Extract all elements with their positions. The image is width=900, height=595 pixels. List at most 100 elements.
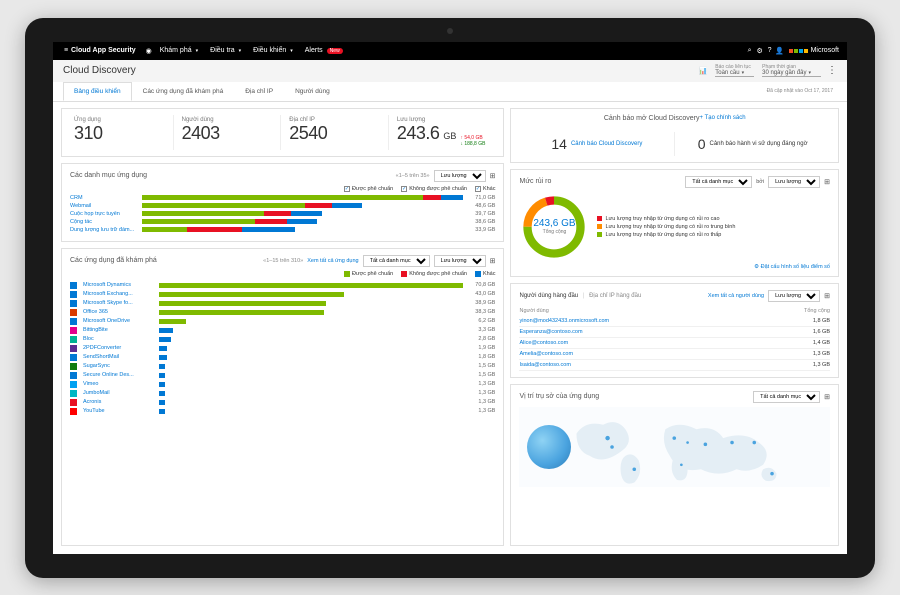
- search-icon[interactable]: ⌕: [745, 46, 755, 56]
- apps-pager[interactable]: «1–15 trên 310»: [263, 258, 303, 264]
- alert-discovery[interactable]: 14 Cảnh báo Cloud Discovery: [519, 132, 675, 156]
- alert-link-2: Cảnh báo hành vi sử dụng đáng ngờ: [710, 141, 808, 147]
- app-icon: [70, 300, 77, 307]
- updated-note: Đã cập nhật vào Oct 17, 2017: [763, 84, 837, 98]
- category-name[interactable]: Cộng tác: [70, 219, 138, 225]
- app-icon: [70, 372, 77, 379]
- risk-settings-icon[interactable]: ⊞: [824, 178, 830, 186]
- app-name[interactable]: Bloc: [83, 336, 155, 342]
- category-name[interactable]: Dung lượng lưu trữ đám...: [70, 227, 138, 233]
- bar-segment: [159, 346, 167, 351]
- categories-pager[interactable]: «1–5 trên 35»: [396, 173, 430, 179]
- app-name[interactable]: SugarSync: [83, 363, 155, 369]
- user-row: Isaida@contoso.com1,3 GB: [519, 360, 830, 371]
- apps-by-select[interactable]: Lưu lượng: [434, 255, 486, 267]
- user-link[interactable]: Amelia@contoso.com: [519, 351, 573, 357]
- legend-approved: Được phê chuẩn: [352, 186, 393, 192]
- app-name[interactable]: Microsoft Skype fo...: [83, 300, 155, 306]
- map-title: Vị trí trụ sở của ứng dụng: [519, 393, 599, 400]
- stat-apps: Ứng dụng 310: [70, 115, 174, 150]
- app-name[interactable]: Microsoft OneDrive: [83, 318, 155, 324]
- stat-traffic: Lưu lượng 243.6 GB ↑ 54,0 GB ↓ 188,8 GB: [393, 115, 496, 150]
- risk-filter-select[interactable]: Tất cả danh mục: [685, 176, 752, 188]
- bar-segment: [159, 400, 165, 405]
- user-link[interactable]: Esperanza@contoso.com: [519, 329, 582, 335]
- target-icon[interactable]: ◉: [144, 46, 154, 56]
- bar-track: [142, 219, 463, 224]
- nav-discover[interactable]: Khám phá: [160, 47, 198, 54]
- apps-filter-select[interactable]: Tất cả danh mục: [363, 255, 430, 267]
- app-name[interactable]: Vimeo: [83, 381, 155, 387]
- app-name[interactable]: SendShortMail: [83, 354, 155, 360]
- app-name[interactable]: Secure Online Des...: [83, 372, 155, 378]
- app-name[interactable]: Acronis: [83, 399, 155, 405]
- risk-config-link[interactable]: ⚙ Đặt cấu hình số liệu điểm số: [754, 264, 830, 270]
- apps-title: Các ứng dụng đã khám phá: [70, 257, 157, 264]
- map-settings-icon[interactable]: ⊞: [824, 393, 830, 401]
- bar-segment: [255, 219, 287, 224]
- alert-behavior[interactable]: 0 Cảnh báo hành vi sử dụng đáng ngờ: [675, 132, 830, 156]
- categories-by-select[interactable]: Lưu lượng: [434, 170, 486, 182]
- range-selector[interactable]: Phạm thời gian 30 ngày gần đây: [762, 64, 821, 77]
- app-row: Microsoft OneDrive6,2 GB: [70, 318, 495, 325]
- user-link[interactable]: yinon@mod432433.onmicrosoft.com: [519, 318, 609, 324]
- app-name[interactable]: YouTube: [83, 408, 155, 414]
- cb-approved[interactable]: ✓: [344, 186, 350, 192]
- bar-track: [142, 211, 463, 216]
- app-name[interactable]: Microsoft Exchang...: [83, 291, 155, 297]
- bar-track: [159, 310, 463, 315]
- create-policy-link[interactable]: + Tạo chính sách: [700, 115, 746, 122]
- user-link[interactable]: Alice@contoso.com: [519, 340, 568, 346]
- legend-unapproved: Không được phê chuẩn: [409, 186, 467, 192]
- bar-segment: [423, 195, 441, 200]
- app-name[interactable]: BittingBite: [83, 327, 155, 333]
- user-link[interactable]: Isaida@contoso.com: [519, 362, 570, 368]
- nav-control[interactable]: Điều khiển: [253, 47, 293, 54]
- app-name[interactable]: Microsoft Dynamics: [83, 282, 155, 288]
- apps-settings-icon[interactable]: ⊞: [490, 257, 496, 265]
- bar-segment: [142, 211, 264, 216]
- bar-track: [159, 319, 463, 324]
- topusers-settings-icon[interactable]: ⊞: [824, 292, 830, 300]
- apps-viewall-link[interactable]: Xem tất cả ứng dụng: [307, 258, 358, 264]
- topusers-col2: Tổng cộng: [804, 308, 830, 314]
- nav-alerts[interactable]: Alerts New: [305, 47, 343, 54]
- topusers-viewall-link[interactable]: Xem tất cả người dùng: [708, 293, 764, 299]
- app-name[interactable]: Office 365: [83, 309, 155, 315]
- category-name[interactable]: Cuộc họp trực tuyến: [70, 211, 138, 217]
- world-map[interactable]: [519, 407, 830, 487]
- risk-center-val: 243,6 GB: [533, 218, 575, 229]
- user-row: yinon@mod432433.onmicrosoft.com1,8 GB: [519, 316, 830, 327]
- help-icon[interactable]: ?: [765, 46, 775, 56]
- more-icon[interactable]: ⋮: [827, 65, 837, 76]
- user-icon[interactable]: 👤: [775, 46, 785, 56]
- gear-icon[interactable]: ⚙: [755, 46, 765, 56]
- cb-unapproved[interactable]: ✓: [401, 186, 407, 192]
- menu-icon[interactable]: ≡: [61, 46, 71, 56]
- tab-users[interactable]: Người dùng: [284, 82, 341, 101]
- tab-top-users[interactable]: Người dùng hàng đầu: [519, 293, 578, 299]
- stat-traffic-unit: GB: [443, 131, 456, 141]
- report-selector[interactable]: Báo cáo liên tục Toàn cầu: [715, 64, 754, 77]
- category-name[interactable]: CRM: [70, 195, 138, 201]
- app-value: 70,8 GB: [467, 282, 495, 288]
- stat-users: Người dùng 2403: [178, 115, 282, 150]
- category-name[interactable]: Webmail: [70, 203, 138, 209]
- nav-investigate[interactable]: Điều tra: [210, 47, 241, 54]
- map-filter-select[interactable]: Tất cả danh mục: [753, 391, 820, 403]
- tab-dashboard[interactable]: Bảng điều khiển: [63, 82, 132, 101]
- stat-traffic-val: 243.6: [397, 123, 440, 144]
- categories-settings-icon[interactable]: ⊞: [490, 172, 496, 180]
- report-val: Toàn cầu: [715, 70, 754, 77]
- tab-apps[interactable]: Các ứng dụng đã khám phá: [132, 82, 235, 101]
- categories-panel: Các danh mục ứng dụng «1–5 trên 35» Lưu …: [61, 163, 504, 242]
- tab-top-ips[interactable]: Địa chỉ IP hàng đầu: [589, 293, 641, 299]
- cb-other[interactable]: ✓: [475, 186, 481, 192]
- apps-legend: Được phê chuẩn Không được phê chuẩn Khác: [70, 271, 495, 277]
- risk-by-select[interactable]: Lưu lượng: [768, 176, 820, 188]
- tab-ip[interactable]: Địa chỉ IP: [234, 82, 284, 101]
- app-name[interactable]: 2PDFConverter: [83, 345, 155, 351]
- app-icon: [70, 354, 77, 361]
- app-name[interactable]: JumboMail: [83, 390, 155, 396]
- topusers-by-select[interactable]: Lưu lượng: [768, 290, 820, 302]
